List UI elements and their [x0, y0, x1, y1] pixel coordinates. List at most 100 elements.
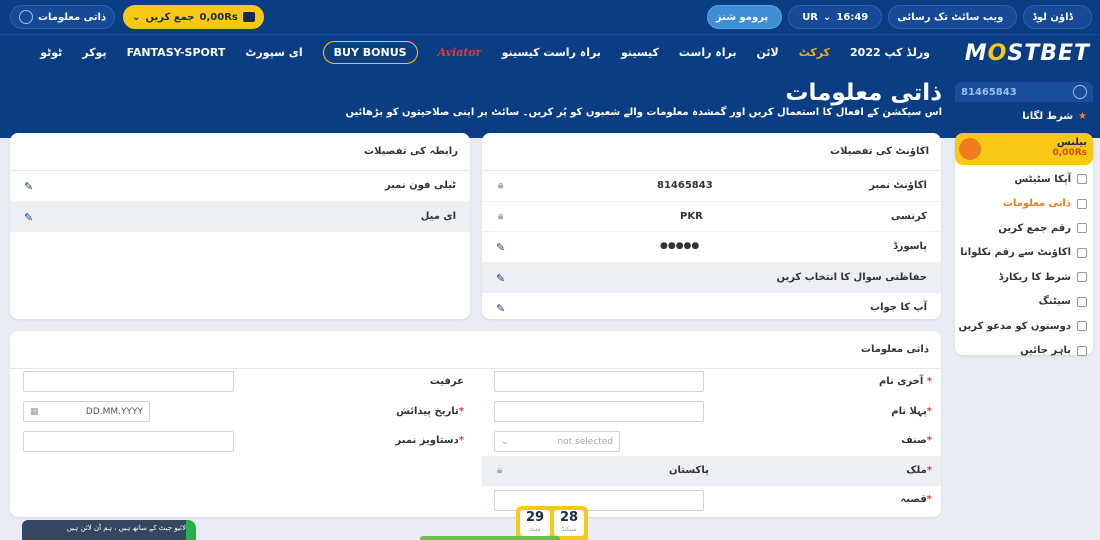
phone-row[interactable]: ٹیلی فون نمبر ✎	[10, 171, 470, 202]
sidebar-item-deposit[interactable]: رقم جمع کریں	[955, 216, 1093, 241]
last-name-input[interactable]	[494, 371, 704, 392]
nav-aviator[interactable]: Aviator	[438, 46, 482, 59]
top-bar-left: ذاتی معلومات ⌄ جمع کریں 0,00Rs	[10, 5, 264, 29]
timer-minutes-value: 29	[525, 510, 545, 525]
save-button-edge[interactable]	[420, 536, 560, 540]
sidebar-item-label: سیٹنگ	[1038, 296, 1071, 308]
nav-live[interactable]: براہ راست	[679, 46, 737, 59]
clock-icon	[1077, 272, 1087, 283]
deposit-add-icon[interactable]	[959, 138, 981, 160]
country-text: ملک	[906, 465, 927, 476]
user-icon	[1073, 85, 1087, 99]
gender-label: *صنف	[901, 435, 932, 446]
password-row[interactable]: پاسورڈ ●●●●● ✎	[482, 232, 941, 263]
chevron-down-icon: ⌄	[132, 11, 141, 23]
timer-seconds-unit: سیکنڈ	[561, 526, 577, 533]
time-lang-widget[interactable]: 16:49 ⌄ UR	[788, 5, 883, 29]
dob-text: تاریخ پیدائش	[396, 406, 459, 417]
account-button[interactable]: ذاتی معلومات	[10, 5, 116, 29]
nav-fantasy[interactable]: FANTASY-SPORT	[127, 46, 226, 59]
nav-buy-bonus[interactable]: BUY BONUS	[322, 40, 418, 64]
first-name-label: *پہلا نام	[891, 406, 932, 417]
web-access-label: ویب سائٹ تک رسائی	[897, 11, 1004, 23]
email-row[interactable]: ای میل ✎	[10, 201, 470, 232]
nav-cricket[interactable]: کرکٹ	[799, 46, 830, 59]
sidebar-item-invite[interactable]: دوستوں کو مدعو کریں	[955, 314, 1093, 339]
sidebar-item-withdraw[interactable]: اکاؤنٹ سے رقم نکلوانا	[955, 241, 1093, 266]
sidebar-item-logout[interactable]: باہر جائیں	[955, 339, 1093, 364]
pencil-icon[interactable]: ✎	[496, 241, 505, 254]
sidebar-item-personal[interactable]: ذاتی معلومات	[955, 192, 1093, 217]
nav-items: ورلڈ کپ 2022 کرکٹ لائن براہ راست کیسینو …	[40, 35, 930, 69]
sidebar-account-id[interactable]: 81465843	[955, 82, 1093, 102]
sidebar-item-label: آپکا سٹیٹس	[1014, 173, 1071, 185]
nav-line[interactable]: لائن	[757, 46, 779, 59]
web-access-button[interactable]: ویب سائٹ تک رسائی	[888, 5, 1018, 29]
sidebar-item-label: شرط کا ریکارڈ	[998, 271, 1071, 283]
pencil-icon[interactable]: ✎	[24, 211, 33, 224]
sidebar-bet[interactable]: ★ شرط لگانا	[955, 104, 1093, 128]
calendar-icon: ▦	[30, 406, 39, 417]
deposit-button[interactable]: ⌄ جمع کریں 0,00Rs	[123, 5, 264, 29]
doc-number-text: دستاویز نمبر	[395, 435, 459, 446]
nav-live-casino[interactable]: براہ راست کیسینو	[502, 46, 601, 59]
gender-select[interactable]: ⌄ not selected	[494, 431, 620, 452]
nav-esport[interactable]: ای سپورٹ	[245, 46, 302, 59]
live-chat-bubble[interactable]: لائیو چیٹ کے ساتھ ہیں ، ہم آن لائن ہیں	[22, 520, 194, 540]
gear-icon	[1077, 296, 1087, 307]
card-title: رابطہ کی تفصیلات	[10, 133, 470, 171]
contact-details-card: رابطہ کی تفصیلات ٹیلی فون نمبر ✎ ای میل ✎	[10, 133, 470, 319]
row-label: حفاظتی سوال کا انتخاب کریں	[776, 271, 927, 283]
country-row-bg	[482, 456, 941, 486]
row-label: پاسورڈ	[893, 241, 927, 252]
card-title: اکاؤنٹ کی تفصیلات	[482, 133, 941, 171]
doc-number-input[interactable]	[23, 431, 234, 452]
gender-placeholder: not selected	[557, 436, 613, 447]
sidebar-item-label: دوستوں کو مدعو کریں	[958, 320, 1071, 332]
account-id-label: 81465843	[961, 86, 1017, 98]
nav-poker[interactable]: پوکر	[82, 46, 106, 59]
logo[interactable]: MOSTBET	[965, 41, 1090, 66]
row-value: ●●●●●	[660, 241, 700, 251]
balance-box[interactable]: بیلنس 0,00Rs	[955, 133, 1093, 165]
countdown-timer[interactable]: 29 منٹ 28 سیکنڈ	[516, 506, 588, 540]
user-icon	[19, 10, 33, 24]
sidebar-item-bet-history[interactable]: شرط کا ریکارڈ	[955, 265, 1093, 290]
security-answer-row[interactable]: آپ کا جواب ✎	[482, 293, 941, 319]
dob-input[interactable]: ▦ DD.MM.YYYY	[23, 401, 150, 422]
heart-icon	[1077, 321, 1087, 332]
timer-minutes-unit: منٹ	[529, 526, 541, 533]
sidebar-list: آپکا سٹیٹس ذاتی معلومات رقم جمع کریں اکا…	[955, 167, 1093, 363]
security-question-row[interactable]: حفاظتی سوال کا انتخاب کریں ✎	[482, 262, 941, 293]
timer-seconds-value: 28	[559, 510, 579, 525]
time-label: 16:49	[836, 11, 869, 23]
first-name-input[interactable]	[494, 401, 704, 422]
account-details-card: اکاؤنٹ کی تفصیلات اکاؤنٹ نمبر 81465843 🔒︎ …	[482, 133, 941, 319]
lock-icon: 🔒︎	[498, 180, 504, 191]
chat-text: لائیو چیٹ کے ساتھ ہیں ، ہم آن لائن ہیں	[66, 524, 186, 532]
promos-button[interactable]: پرومو شنز	[706, 5, 783, 29]
sidebar-item-label: ذاتی معلومات	[1002, 198, 1071, 210]
dob-label: *تاریخ پیدائش	[396, 406, 464, 417]
nav-worldcup[interactable]: ورلڈ کپ 2022	[850, 46, 930, 59]
download-button[interactable]: ڈاؤن لوڈ	[1023, 5, 1092, 29]
card-title: ذاتی معلومات	[10, 331, 941, 369]
logo-text-2: STBET	[1007, 41, 1090, 66]
pencil-icon[interactable]: ✎	[24, 180, 33, 193]
gender-text: صنف	[901, 435, 927, 446]
top-bar: ذاتی معلومات ⌄ جمع کریں 0,00Rs ڈاؤن لوڈ …	[0, 0, 1100, 34]
pencil-icon[interactable]: ✎	[496, 272, 505, 285]
nav-toto[interactable]: ٹوٹو	[40, 46, 62, 59]
country-value: پاکستان	[669, 465, 709, 476]
sidebar-item-status[interactable]: آپکا سٹیٹس	[955, 167, 1093, 192]
row-label: آپ کا جواب	[870, 302, 927, 313]
row-label: ای میل	[420, 210, 456, 222]
logo-text-1: M	[964, 41, 988, 66]
nickname-input[interactable]	[23, 371, 234, 392]
user-icon	[1077, 198, 1087, 209]
pencil-icon[interactable]: ✎	[496, 302, 505, 315]
sidebar-item-settings[interactable]: سیٹنگ	[955, 290, 1093, 315]
chevron-down-icon: ⌄	[501, 436, 509, 447]
balance-label: 0,00Rs	[199, 11, 238, 23]
nav-casino[interactable]: کیسینو	[621, 46, 659, 59]
